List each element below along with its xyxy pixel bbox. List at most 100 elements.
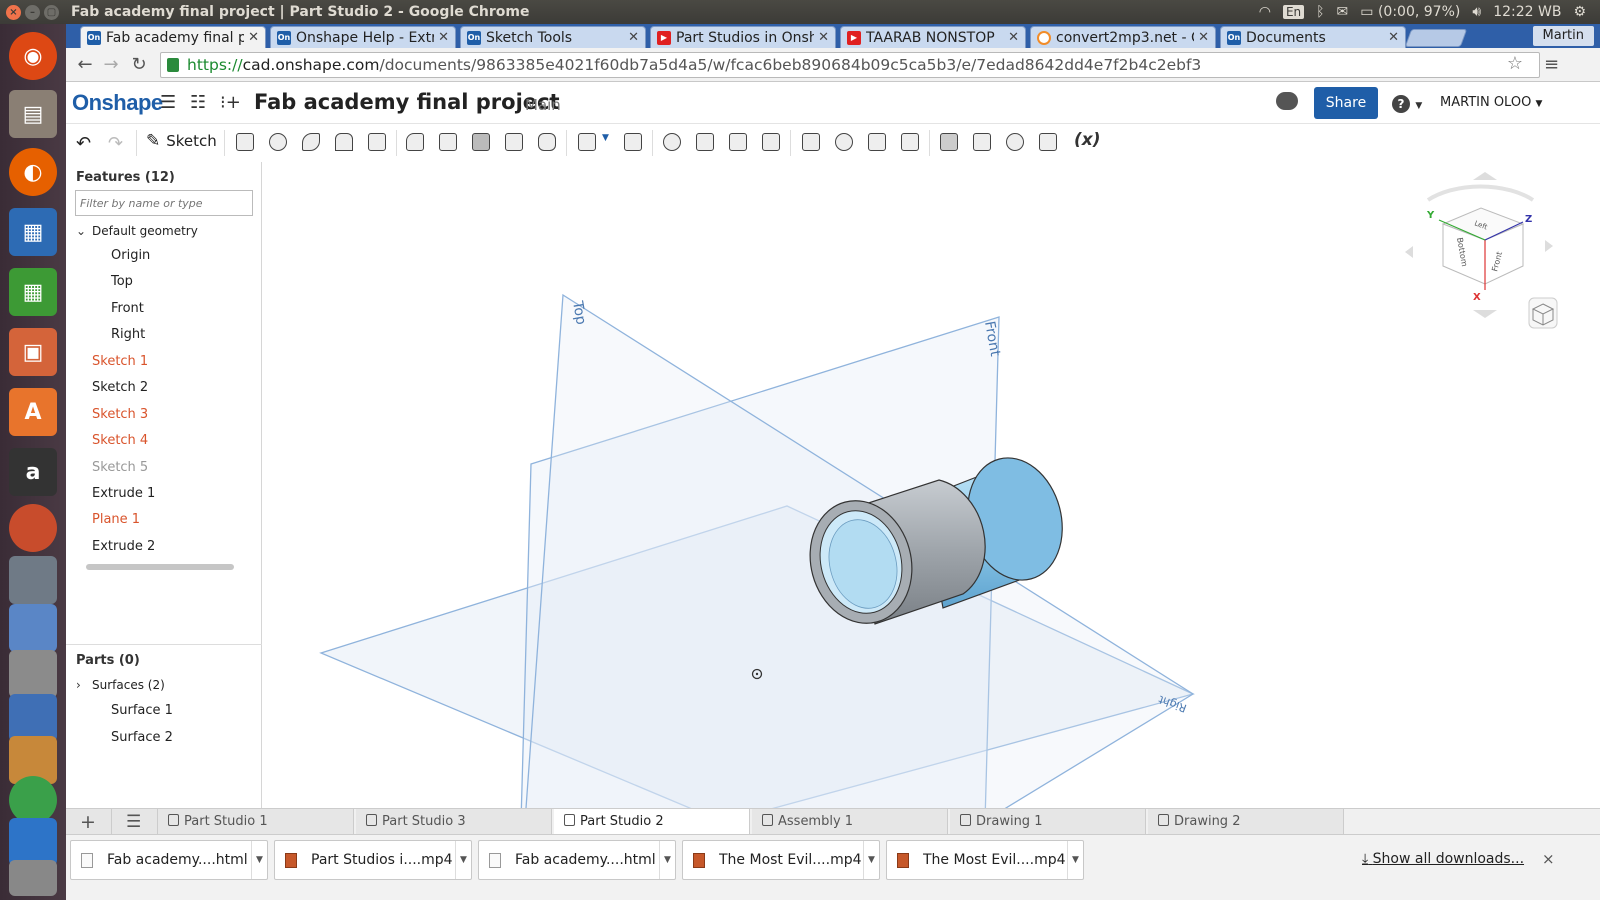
trash-icon[interactable] xyxy=(9,860,57,896)
pattern-icon[interactable] xyxy=(578,133,598,153)
chamfer-icon[interactable] xyxy=(439,133,459,153)
mirror-icon[interactable] xyxy=(624,133,644,153)
feature-item[interactable]: Top xyxy=(111,274,133,289)
chevron-down-icon[interactable]: ▼ xyxy=(455,841,471,879)
onshape-logo[interactable]: Onshape xyxy=(72,90,163,116)
writer-icon[interactable]: ▦ xyxy=(9,208,57,256)
clock[interactable]: 12:22 WB xyxy=(1493,4,1561,20)
panel-divider[interactable] xyxy=(66,644,262,645)
pattern-dropdown-icon[interactable]: ▼ xyxy=(602,133,622,153)
undo-icon[interactable]: ↶ xyxy=(76,133,96,154)
comments-icon[interactable] xyxy=(1276,92,1298,110)
mate-connector-icon[interactable] xyxy=(1006,133,1026,153)
redo-icon[interactable]: ↷ xyxy=(108,133,128,154)
feature-list-scrollbar[interactable] xyxy=(86,564,234,570)
helix-icon[interactable] xyxy=(973,133,993,153)
ubuntu-dash-icon[interactable]: ◉ xyxy=(9,32,57,80)
revolve-icon[interactable] xyxy=(269,133,289,153)
settings-gear-icon[interactable]: ⚙ xyxy=(1573,4,1586,20)
user-menu[interactable]: MARTIN OLOO ▼ xyxy=(1440,95,1542,110)
download-item[interactable]: Fab academy....html ▼ xyxy=(70,840,268,880)
feature-item[interactable]: Right xyxy=(111,327,145,342)
surface-item[interactable]: Surface 1 xyxy=(111,703,173,718)
browser-tab[interactable]: ▶ TAARAB NONSTOP ✕ xyxy=(840,26,1026,48)
workspace-label[interactable]: Main xyxy=(525,96,561,114)
delete-part-icon[interactable] xyxy=(762,133,782,153)
browser-tab[interactable]: On Fab academy final p ✕ xyxy=(80,26,266,48)
feature-item[interactable]: Sketch 3 xyxy=(92,407,148,422)
files-icon[interactable]: ▤ xyxy=(9,90,57,138)
split-icon[interactable] xyxy=(696,133,716,153)
wifi-icon[interactable]: ◠ xyxy=(1259,4,1271,20)
app-icon-3[interactable] xyxy=(9,604,57,652)
amazon-icon[interactable]: a xyxy=(9,448,57,496)
chevron-down-icon[interactable]: ▼ xyxy=(1067,841,1083,879)
extrude-icon[interactable] xyxy=(236,133,256,153)
app-icon-7[interactable] xyxy=(9,818,57,866)
software-center-icon[interactable]: A xyxy=(9,388,57,436)
tab-part-studio-3[interactable]: Part Studio 3 xyxy=(356,809,552,835)
document-title[interactable]: Fab academy final project xyxy=(254,90,560,114)
chevron-down-icon[interactable]: ▼ xyxy=(863,841,879,879)
view-mode-icon[interactable] xyxy=(1528,297,1558,329)
variable-button[interactable]: (x) xyxy=(1074,130,1101,150)
app-icon-5[interactable] xyxy=(9,694,57,742)
download-item[interactable]: Part Studios i....mp4 ▼ xyxy=(274,840,472,880)
feature-item[interactable]: Origin xyxy=(111,248,150,263)
delete-face-icon[interactable] xyxy=(835,133,855,153)
tab-drawing-2[interactable]: Drawing 2 xyxy=(1148,809,1344,835)
profile-button[interactable]: Martin xyxy=(1532,26,1594,46)
download-item[interactable]: The Most Evil....mp4 ▼ xyxy=(886,840,1084,880)
address-bar[interactable]: https://cad.onshape.com/documents/986338… xyxy=(160,52,1540,78)
default-geometry-group[interactable]: ⌄ Default geometry xyxy=(76,224,198,238)
sweep-icon[interactable] xyxy=(302,133,322,153)
feature-item[interactable]: Sketch 2 xyxy=(92,380,148,395)
replace-face-icon[interactable] xyxy=(901,133,921,153)
modify-fillet-icon[interactable] xyxy=(802,133,822,153)
insert-icon[interactable]: ⁝+ xyxy=(220,92,241,113)
new-tab-button[interactable] xyxy=(1404,29,1468,47)
element-list-icon[interactable]: ☰ xyxy=(112,809,158,835)
close-downloads-icon[interactable]: × xyxy=(1542,850,1555,868)
feature-item[interactable]: Plane 1 xyxy=(92,512,140,527)
view-cube[interactable]: Left Bottom Front X Z Y xyxy=(1405,172,1553,318)
feature-item[interactable]: Sketch 4 xyxy=(92,433,148,448)
feature-filter-input[interactable] xyxy=(75,190,253,216)
chevron-down-icon[interactable]: ▼ xyxy=(251,841,267,879)
keyboard-indicator[interactable]: En xyxy=(1282,5,1305,19)
feature-item[interactable]: Sketch 5 xyxy=(92,460,148,475)
view-cube-left-arrow-icon[interactable] xyxy=(1405,246,1413,258)
tab-close-icon[interactable]: ✕ xyxy=(1198,30,1209,45)
chevron-down-icon[interactable]: ▼ xyxy=(659,841,675,879)
forward-arrow-icon[interactable]: → xyxy=(100,54,122,76)
impress-icon[interactable]: ▣ xyxy=(9,328,57,376)
help-button[interactable]: ? ▼ xyxy=(1392,93,1422,113)
tab-close-icon[interactable]: ✕ xyxy=(1388,30,1399,45)
graphics-viewport[interactable]: Top Front Right Left Bottom Front X Z Y xyxy=(263,162,1600,808)
browser-tab[interactable]: ▶ Part Studios in Onsh ✕ xyxy=(650,26,836,48)
boolean-icon[interactable] xyxy=(663,133,683,153)
browser-tab[interactable]: convert2mp3.net - C ✕ xyxy=(1030,26,1216,48)
plane-icon[interactable] xyxy=(940,133,960,153)
view-cube-right-arrow-icon[interactable] xyxy=(1545,240,1553,252)
tab-drawing-1[interactable]: Drawing 1 xyxy=(950,809,1146,835)
view-cube-rotate-arc[interactable] xyxy=(1426,184,1535,202)
surfaces-group[interactable]: › Surfaces (2) xyxy=(76,678,165,692)
tab-assembly-1[interactable]: Assembly 1 xyxy=(752,809,948,835)
fillet-icon[interactable] xyxy=(406,133,426,153)
volume-icon[interactable]: 🔊︎ xyxy=(1472,4,1481,20)
browser-tab[interactable]: On Sketch Tools ✕ xyxy=(460,26,646,48)
share-button[interactable]: Share xyxy=(1314,87,1378,119)
add-element-button[interactable]: + xyxy=(66,809,112,835)
browser-tab[interactable]: On Documents ✕ xyxy=(1220,26,1406,48)
tab-manager-icon[interactable]: ☷ xyxy=(190,92,206,113)
tab-close-icon[interactable]: ✕ xyxy=(628,30,639,45)
transform-icon[interactable] xyxy=(729,133,749,153)
bookmark-star-icon[interactable]: ☆ xyxy=(1507,53,1523,74)
feature-item[interactable]: Extrude 2 xyxy=(92,539,155,554)
bluetooth-icon[interactable]: ᛒ xyxy=(1316,4,1324,20)
tab-close-icon[interactable]: ✕ xyxy=(1008,30,1019,45)
draft-icon[interactable] xyxy=(472,133,492,153)
feature-item[interactable]: Sketch 1 xyxy=(92,354,148,369)
feature-item[interactable]: Front xyxy=(111,301,144,316)
